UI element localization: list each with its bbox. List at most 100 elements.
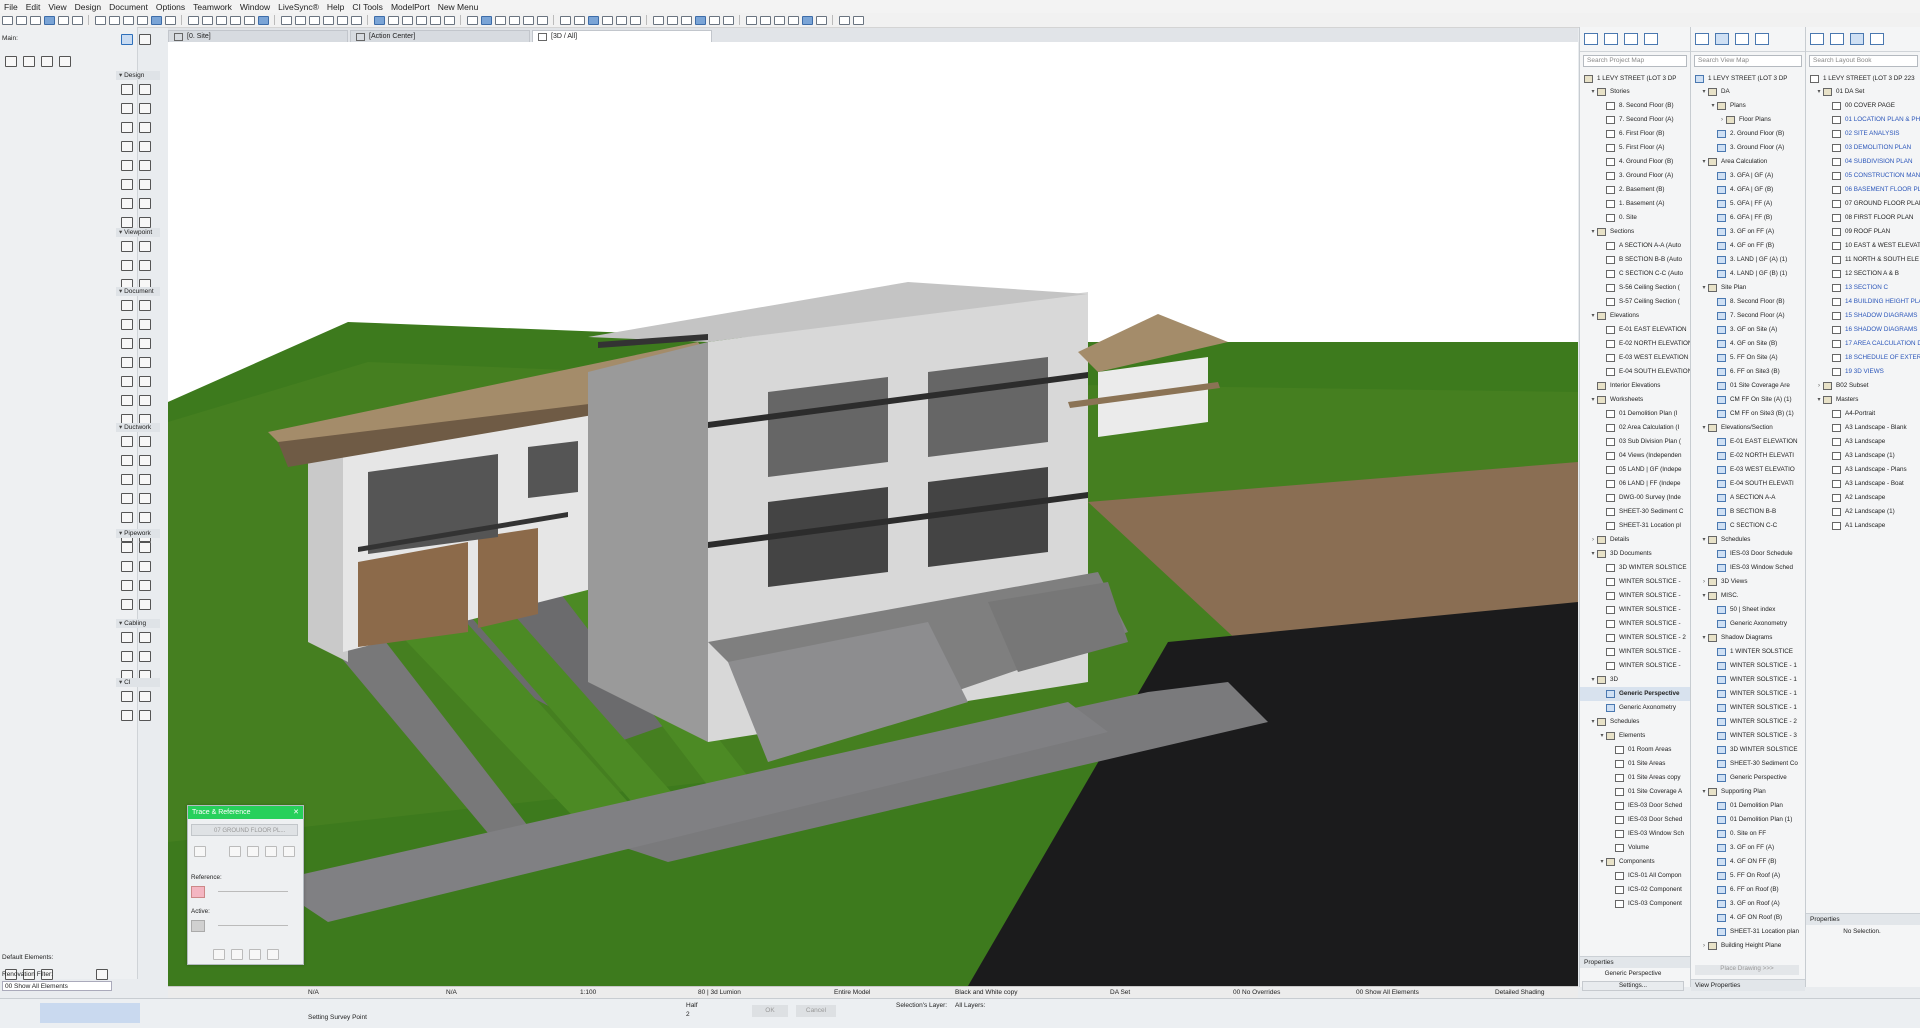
tree-item[interactable]: ▾ Shadow Diagrams xyxy=(1691,631,1805,645)
distribute-icon[interactable] xyxy=(615,15,627,25)
expand-toggle-icon[interactable]: ▾ xyxy=(1598,855,1606,869)
rotate-icon[interactable] xyxy=(265,846,277,857)
expand-toggle-icon[interactable]: ▾ xyxy=(1589,309,1597,323)
tree-item[interactable]: ▾ 3D xyxy=(1580,673,1690,687)
close-icon[interactable] xyxy=(852,15,864,25)
folder-icon[interactable] xyxy=(96,969,108,980)
tree-item[interactable]: ICS-02 Component xyxy=(1580,883,1690,897)
design-tool-icon[interactable] xyxy=(121,122,133,133)
elevation-icon[interactable] xyxy=(164,15,176,25)
design-tool-icon[interactable] xyxy=(139,198,151,209)
tree-item[interactable]: 7. Second Floor (A) xyxy=(1580,113,1690,127)
cancel-button[interactable]: Cancel xyxy=(796,1005,836,1017)
open-icon[interactable] xyxy=(15,15,27,25)
reference-color-swatch[interactable] xyxy=(191,886,205,898)
trace-mode-1-icon[interactable] xyxy=(213,949,225,960)
pipework-tool-icon[interactable] xyxy=(121,542,133,553)
grid-icon[interactable] xyxy=(336,15,348,25)
find-icon[interactable] xyxy=(71,15,83,25)
tree-item[interactable]: 06 BASEMENT FLOOR PL xyxy=(1806,183,1920,197)
design-tool-icon[interactable] xyxy=(139,179,151,190)
tree-item[interactable]: 19 3D VIEWS xyxy=(1806,365,1920,379)
toolbox-section-cabling[interactable]: Cabling xyxy=(116,619,160,628)
offset-icon[interactable] xyxy=(680,15,692,25)
tree-item[interactable]: IES-03 Door Schedule xyxy=(1691,547,1805,561)
tree-item[interactable]: 1. Basement (A) xyxy=(1580,197,1690,211)
trace-icon[interactable] xyxy=(308,15,320,25)
rotate-icon[interactable] xyxy=(41,56,53,67)
tree-item[interactable]: ▾ Site Plan xyxy=(1691,281,1805,295)
plan-icon[interactable] xyxy=(136,15,148,25)
pen-icon[interactable] xyxy=(294,15,306,25)
tree-item[interactable]: A SECTION A-A (Auto xyxy=(1580,239,1690,253)
view-select[interactable]: 80 | 3d Lumion xyxy=(698,989,741,996)
tab-2[interactable]: [3D / All] xyxy=(532,30,712,42)
align-icon[interactable] xyxy=(601,15,613,25)
tree-item[interactable]: 8. Second Floor (B) xyxy=(1580,99,1690,113)
tree-item[interactable]: ▾ Supporting Plan xyxy=(1691,785,1805,799)
camera-icon[interactable] xyxy=(443,15,455,25)
menu-options[interactable]: Options xyxy=(152,2,189,12)
tree-item[interactable]: 3. GF on FF (A) xyxy=(1691,225,1805,239)
tree-item[interactable]: 02 Area Calculation (I xyxy=(1580,421,1690,435)
document-tool-icon[interactable] xyxy=(139,319,151,330)
ci-tool-icon[interactable] xyxy=(139,710,151,721)
tree-item[interactable]: Generic Perspective xyxy=(1580,687,1690,701)
tree-item[interactable]: WINTER SOLSTICE - 1 xyxy=(1691,673,1805,687)
expand-toggle-icon[interactable]: ▾ xyxy=(1700,785,1708,799)
close-icon[interactable]: ✕ xyxy=(293,806,299,819)
tree-item[interactable]: 50 | Sheet index xyxy=(1691,603,1805,617)
split-icon[interactable] xyxy=(722,15,734,25)
tree-item[interactable]: 03 DEMOLITION PLAN xyxy=(1806,141,1920,155)
project-root[interactable]: 1 LEVY STREET (LOT 3 DP xyxy=(1584,72,1676,86)
tree-item[interactable]: 10 EAST & WEST ELEVAT xyxy=(1806,239,1920,253)
tree-item[interactable]: 00 COVER PAGE xyxy=(1806,99,1920,113)
ductwork-tool-icon[interactable] xyxy=(139,436,151,447)
tree-item[interactable]: 09 ROOF PLAN xyxy=(1806,225,1920,239)
pipework-tool-icon[interactable] xyxy=(139,580,151,591)
project-map-search[interactable]: Search Project Map xyxy=(1583,55,1687,67)
tree-item[interactable]: 4. GF on Site (B) xyxy=(1691,337,1805,351)
view-map-icon[interactable] xyxy=(1830,33,1844,45)
tree-item[interactable]: 2. Basement (B) xyxy=(1580,183,1690,197)
tree-item[interactable]: 3. GF on FF (A) xyxy=(1691,841,1805,855)
arrow-tool-icon[interactable] xyxy=(121,34,133,45)
design-tool-icon[interactable] xyxy=(121,179,133,190)
filter-icon[interactable] xyxy=(536,15,548,25)
tree-item[interactable]: CM FF On Site (A) (1) xyxy=(1691,393,1805,407)
expand-toggle-icon[interactable]: › xyxy=(1700,939,1708,953)
expand-toggle-icon[interactable]: ▾ xyxy=(1700,85,1708,99)
tree-item[interactable]: › Floor Plans xyxy=(1691,113,1805,127)
tree-item[interactable]: 8. Second Floor (B) xyxy=(1691,295,1805,309)
set-select[interactable]: DA Set xyxy=(1110,989,1130,996)
tree-item[interactable]: WINTER SOLSTICE - 2 xyxy=(1580,631,1690,645)
group-icon[interactable] xyxy=(559,15,571,25)
tree-item[interactable]: 18 SCHEDULE OF EXTERN xyxy=(1806,351,1920,365)
design-tool-icon[interactable] xyxy=(139,103,151,114)
viewpoint-tool-icon[interactable] xyxy=(139,260,151,271)
section-icon[interactable] xyxy=(150,15,162,25)
tree-item[interactable]: Volume xyxy=(1580,841,1690,855)
menu-teamwork[interactable]: Teamwork xyxy=(189,2,236,12)
tree-item[interactable]: 08 FIRST FLOOR PLAN xyxy=(1806,211,1920,225)
tree-item[interactable]: E-03 WEST ELEVATION xyxy=(1580,351,1690,365)
design-tool-icon[interactable] xyxy=(139,141,151,152)
publisher-icon[interactable] xyxy=(1644,33,1658,45)
expand-toggle-icon[interactable]: ▾ xyxy=(1700,421,1708,435)
tree-item[interactable]: 11 NORTH & SOUTH ELE xyxy=(1806,253,1920,267)
cut-icon[interactable] xyxy=(94,15,106,25)
tree-item[interactable]: ICS-01 All Compon xyxy=(1580,869,1690,883)
menu-document[interactable]: Document xyxy=(105,2,152,12)
mirror-icon[interactable] xyxy=(629,15,641,25)
expand-toggle-icon[interactable]: ▾ xyxy=(1589,393,1597,407)
layout-book-search[interactable]: Search Layout Book xyxy=(1809,55,1918,67)
tree-item[interactable]: 3D WINTER SOLSTICE xyxy=(1580,561,1690,575)
design-tool-icon[interactable] xyxy=(121,160,133,171)
ductwork-tool-icon[interactable] xyxy=(139,474,151,485)
tree-item[interactable]: 15 SHADOW DIAGRAMS xyxy=(1806,309,1920,323)
tree-item[interactable]: E-01 EAST ELEVATION xyxy=(1691,435,1805,449)
add-icon[interactable] xyxy=(801,15,813,25)
ci-tool-icon[interactable] xyxy=(139,691,151,702)
overrides-select[interactable]: 00 No Overrides xyxy=(1233,989,1280,996)
half-select[interactable]: Half xyxy=(686,1002,698,1009)
